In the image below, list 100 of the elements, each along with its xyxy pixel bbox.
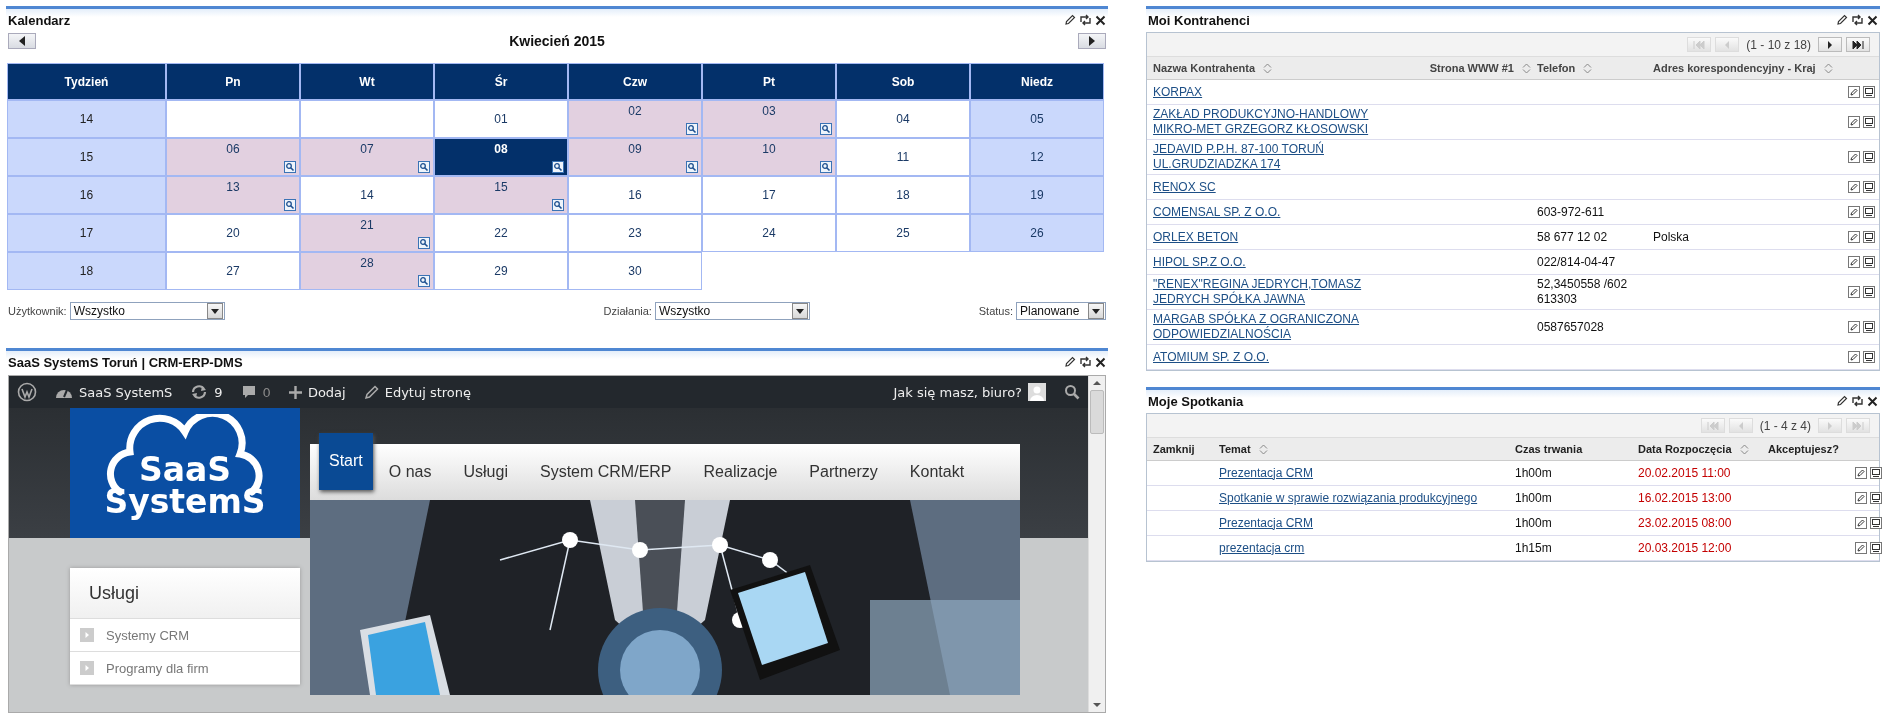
magnifier-icon[interactable] — [686, 161, 698, 173]
menu-item[interactable]: Start — [319, 432, 373, 490]
magnifier-icon[interactable] — [820, 123, 832, 135]
edit-icon[interactable] — [1836, 14, 1848, 26]
preview-icon[interactable] — [1870, 467, 1882, 480]
filter-dropdown[interactable]: Planowane — [1016, 302, 1106, 320]
account-menu[interactable]: Jak się masz, biuro? — [893, 383, 1046, 401]
logo-panel[interactable]: SaaS SystemS — [70, 408, 300, 538]
contractor-link[interactable]: COMENSAL SP. Z O.O. — [1153, 204, 1281, 220]
scrollbar-thumb[interactable] — [1090, 390, 1104, 434]
magnifier-icon[interactable] — [686, 123, 698, 135]
contractor-link[interactable]: HIPOL SP.Z O.O. — [1153, 254, 1246, 270]
edit-page-link[interactable]: Edytuj stronę — [363, 384, 472, 400]
magnifier-icon[interactable] — [418, 275, 430, 287]
magnifier-icon[interactable] — [552, 199, 564, 211]
meeting-link[interactable]: Prezentacja CRM — [1219, 515, 1314, 530]
edit-icon[interactable] — [1848, 116, 1860, 129]
magnifier-icon[interactable] — [284, 199, 296, 211]
site-link[interactable]: SaaS SystemS — [55, 384, 173, 400]
wordpress-icon[interactable] — [17, 382, 37, 402]
updates-link[interactable]: 9 — [190, 384, 223, 400]
contractor-link[interactable]: KORPAX — [1153, 84, 1203, 100]
refresh-icon[interactable] — [1851, 14, 1864, 26]
meeting-link[interactable]: Prezentacja CRM — [1219, 465, 1314, 480]
filter-dropdown[interactable]: Wszystko — [69, 302, 225, 320]
contractor-link[interactable]: MARGAB SPÓŁKA Z OGRANICZONA ODPOWIEDZIALNOŚCIA — [1153, 312, 1388, 342]
edit-icon[interactable] — [1855, 467, 1867, 480]
column-header[interactable]: Czas trwania — [1509, 438, 1632, 461]
contractor-link[interactable]: ORLEX BETON — [1153, 229, 1239, 245]
menu-item[interactable]: O nas — [372, 444, 448, 500]
filter-dropdown[interactable]: Wszystko — [654, 302, 810, 320]
next-month-button[interactable] — [1078, 33, 1106, 49]
preview-icon[interactable] — [1863, 151, 1875, 164]
refresh-icon[interactable] — [1079, 356, 1092, 368]
calendar-day[interactable]: 02 — [569, 101, 701, 137]
column-header[interactable]: Adres korespondencyjny - Kraj — [1647, 57, 1839, 80]
column-header[interactable]: Telefon — [1531, 57, 1647, 80]
edit-icon[interactable] — [1848, 231, 1860, 244]
scrollbar-track[interactable] — [1088, 376, 1105, 712]
column-header[interactable]: Nazwa Kontrahenta — [1147, 57, 1420, 80]
contractor-link[interactable]: "RENEX"REGINA JEDRYCH,TOMASZ JEDRYCH SPÓŁKA JAWNA — [1153, 277, 1388, 307]
edit-icon[interactable] — [1848, 151, 1860, 164]
menu-item[interactable]: Usługi — [447, 444, 524, 500]
magnifier-icon[interactable] — [552, 161, 564, 173]
calendar-day[interactable]: 21 — [301, 215, 433, 251]
edit-icon[interactable] — [1848, 256, 1860, 269]
calendar-day[interactable]: 06 — [167, 139, 299, 175]
contractor-link[interactable]: RENOX SC — [1153, 179, 1216, 195]
meeting-link[interactable]: Spotkanie w sprawie rozwiązania produkcyjnego — [1219, 490, 1478, 505]
preview-icon[interactable] — [1863, 231, 1875, 244]
column-header[interactable]: Zamknij — [1147, 438, 1213, 461]
calendar-day[interactable]: 12 — [971, 139, 1103, 175]
calendar-day[interactable]: 26 — [971, 215, 1103, 251]
column-header[interactable]: Data Rozpoczęcia — [1632, 438, 1762, 461]
edit-icon[interactable] — [1855, 542, 1867, 555]
edit-icon[interactable] — [1848, 86, 1860, 99]
close-icon[interactable] — [1095, 14, 1106, 26]
preview-icon[interactable] — [1863, 206, 1875, 219]
meeting-link[interactable]: prezentacja crm — [1219, 540, 1305, 555]
contractor-link[interactable]: ATOMIUM SP. Z O.O. — [1153, 349, 1269, 365]
edit-icon[interactable] — [1064, 356, 1076, 368]
menu-item[interactable]: Kontakt — [893, 444, 981, 500]
menu-item[interactable]: Partnerzy — [793, 444, 894, 500]
edit-icon[interactable] — [1064, 14, 1076, 26]
edit-icon[interactable] — [1855, 492, 1867, 505]
search-icon[interactable] — [1064, 384, 1080, 400]
magnifier-icon[interactable] — [284, 161, 296, 173]
sidebar-link[interactable]: Programy dla firm — [70, 652, 300, 685]
refresh-icon[interactable] — [1079, 14, 1092, 26]
calendar-day[interactable]: 08 — [435, 139, 567, 175]
next-page-button[interactable] — [1818, 37, 1842, 52]
magnifier-icon[interactable] — [820, 161, 832, 173]
comments-link[interactable]: 0 — [240, 384, 271, 400]
preview-icon[interactable] — [1863, 286, 1875, 299]
edit-icon[interactable] — [1848, 206, 1860, 219]
preview-icon[interactable] — [1863, 86, 1875, 99]
preview-icon[interactable] — [1863, 321, 1875, 334]
calendar-day[interactable]: 07 — [301, 139, 433, 175]
calendar-day[interactable]: 05 — [971, 101, 1103, 137]
preview-icon[interactable] — [1863, 351, 1875, 364]
magnifier-icon[interactable] — [418, 237, 430, 249]
calendar-day[interactable]: 10 — [703, 139, 835, 175]
close-icon[interactable] — [1867, 14, 1878, 26]
menu-item[interactable]: Realizacje — [687, 444, 794, 500]
refresh-icon[interactable] — [1851, 395, 1864, 407]
calendar-day[interactable]: 09 — [569, 139, 701, 175]
edit-icon[interactable] — [1855, 517, 1867, 530]
calendar-day[interactable]: 03 — [703, 101, 835, 137]
close-icon[interactable] — [1867, 395, 1878, 407]
edit-icon[interactable] — [1848, 351, 1860, 364]
calendar-day[interactable]: 13 — [167, 177, 299, 213]
contractor-link[interactable]: ZAKŁAD PRODUKCYJNO-HANDLOWY MIKRO-MET GRZEGORZ KŁOSOWSKI — [1153, 107, 1388, 137]
menu-item[interactable]: System CRM/ERP — [523, 444, 688, 500]
edit-icon[interactable] — [1848, 286, 1860, 299]
magnifier-icon[interactable] — [418, 161, 430, 173]
previous-month-button[interactable] — [8, 33, 36, 49]
add-new-link[interactable]: Dodaj — [288, 384, 346, 400]
contractor-link[interactable]: JEDAVID P.P.H. 87-100 TORUŃ UL.GRUDZIADZKA 174 — [1153, 142, 1388, 172]
edit-icon[interactable] — [1836, 395, 1848, 407]
column-header[interactable]: Strona WWW #1 — [1420, 57, 1531, 80]
